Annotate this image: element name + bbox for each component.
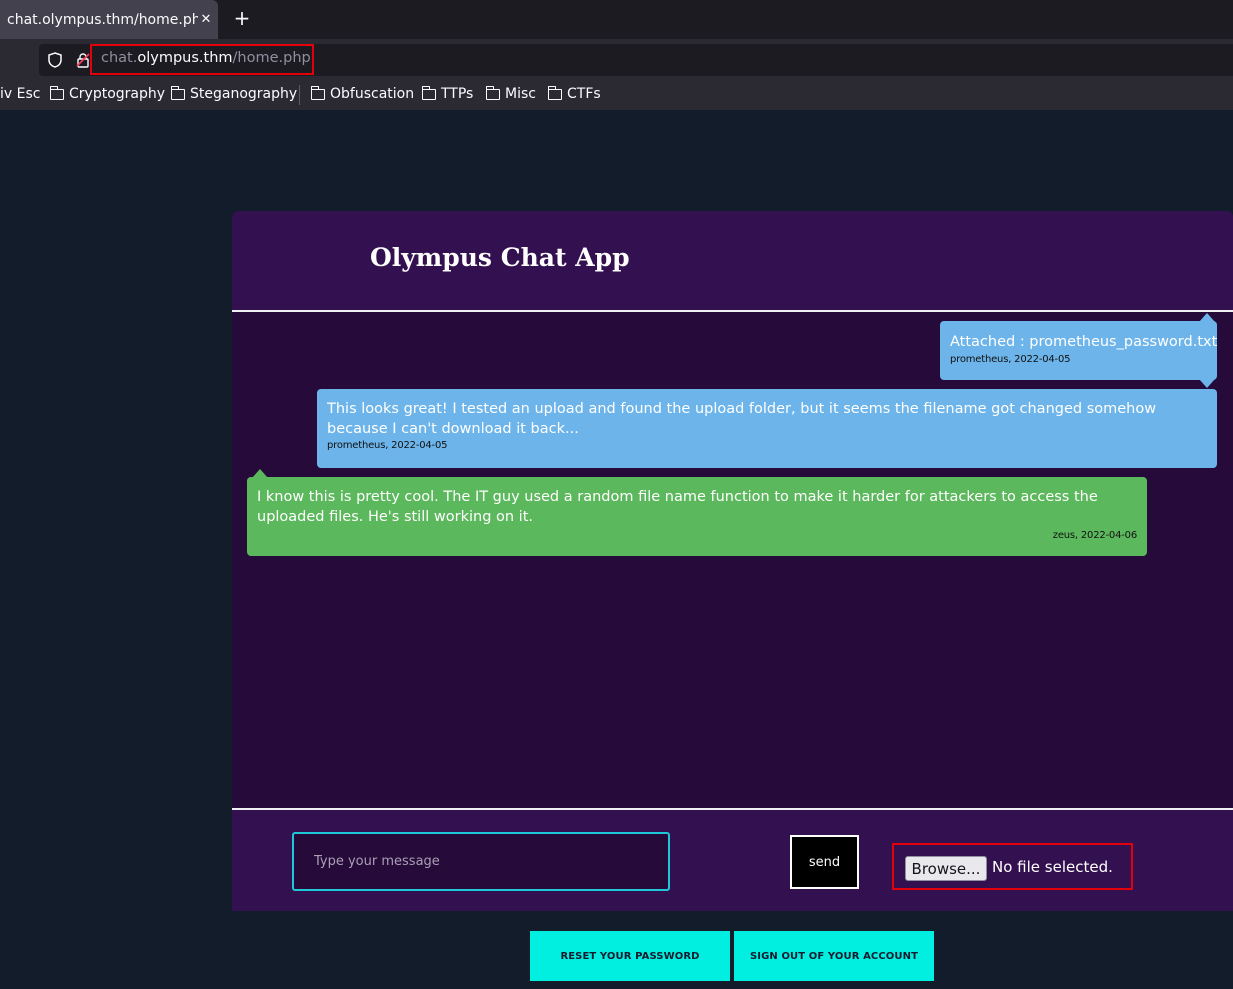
- bookmark-obfuscation[interactable]: Obfuscation: [311, 85, 415, 102]
- insecure-lock-icon[interactable]: [75, 52, 91, 68]
- new-tab-icon[interactable]: +: [232, 6, 252, 30]
- bookmark-label: CTFs: [567, 86, 601, 102]
- bookmark-label: TTPs: [441, 86, 474, 102]
- bookmark-label: Obfuscation: [330, 86, 415, 102]
- bubble-tail: [1199, 379, 1215, 388]
- shield-icon[interactable]: [47, 52, 63, 68]
- tab-title: chat.olympus.thm/home.php: [7, 11, 198, 28]
- bookmark-priv-esc[interactable]: iv Esc: [0, 86, 40, 102]
- bookmark-ttps[interactable]: TTPs: [422, 85, 474, 102]
- message-text: This looks great! I tested an upload and…: [327, 401, 1157, 437]
- folder-icon: [171, 85, 185, 100]
- reset-password-button[interactable]: RESET YOUR PASSWORD: [530, 931, 730, 981]
- bookmark-label: Cryptography: [69, 86, 166, 102]
- bookmark-label: Steganography: [190, 86, 298, 102]
- message-meta: prometheus, 2022-04-05: [327, 440, 448, 451]
- chat-window: Olympus Chat App Attached : prometheus_p…: [232, 211, 1233, 911]
- bookmark-cryptography[interactable]: Cryptography: [50, 85, 166, 102]
- bookmark-label: iv Esc: [0, 86, 41, 102]
- chat-message: Attached : prometheus_password.txt prome…: [940, 313, 1217, 388]
- page-title: Olympus Chat App: [370, 243, 630, 272]
- bookmark-ctfs[interactable]: CTFs: [548, 85, 601, 102]
- message-meta: prometheus, 2022-04-05: [950, 354, 1071, 365]
- bookmark-steganography[interactable]: Steganography: [171, 85, 298, 102]
- send-button[interactable]: send: [790, 835, 859, 889]
- bookmark-separator: [299, 85, 300, 105]
- chat-message: This looks great! I tested an upload and…: [317, 389, 1217, 468]
- browse-file-button[interactable]: Browse...: [905, 856, 987, 881]
- message-input[interactable]: [292, 832, 670, 891]
- bookmark-misc[interactable]: Misc: [486, 85, 536, 102]
- close-icon[interactable]: ✕: [198, 12, 214, 27]
- bookmarks-toolbar: iv Esc Cryptography Steganography Obfusc…: [0, 81, 1233, 110]
- message-text: I know this is pretty cool. The IT guy u…: [257, 489, 1098, 525]
- folder-icon: [422, 85, 436, 100]
- file-upload-highlight: Browse... No file selected.: [892, 843, 1133, 890]
- folder-icon: [548, 85, 562, 100]
- folder-icon: [50, 85, 64, 100]
- url-highlight-box: [90, 44, 314, 75]
- browser-tab[interactable]: chat.olympus.thm/home.php ✕: [0, 0, 218, 39]
- chat-message: I know this is pretty cool. The IT guy u…: [247, 469, 1147, 556]
- folder-icon: [486, 85, 500, 100]
- bookmark-label: Misc: [505, 86, 536, 102]
- chat-composer: send Browse... No file selected.: [232, 808, 1233, 911]
- tab-bar: chat.olympus.thm/home.php ✕ +: [0, 0, 1233, 39]
- message-meta: zeus, 2022-04-06: [1052, 530, 1137, 541]
- chat-header: Olympus Chat App: [232, 211, 1233, 312]
- message-text[interactable]: Attached : prometheus_password.txt: [950, 332, 1217, 352]
- bubble-tail: [1199, 313, 1215, 322]
- sign-out-button[interactable]: SIGN OUT OF YOUR ACCOUNT: [734, 931, 934, 981]
- bubble-tail: [252, 469, 268, 478]
- folder-icon: [311, 85, 325, 100]
- file-status-text: No file selected.: [992, 858, 1113, 876]
